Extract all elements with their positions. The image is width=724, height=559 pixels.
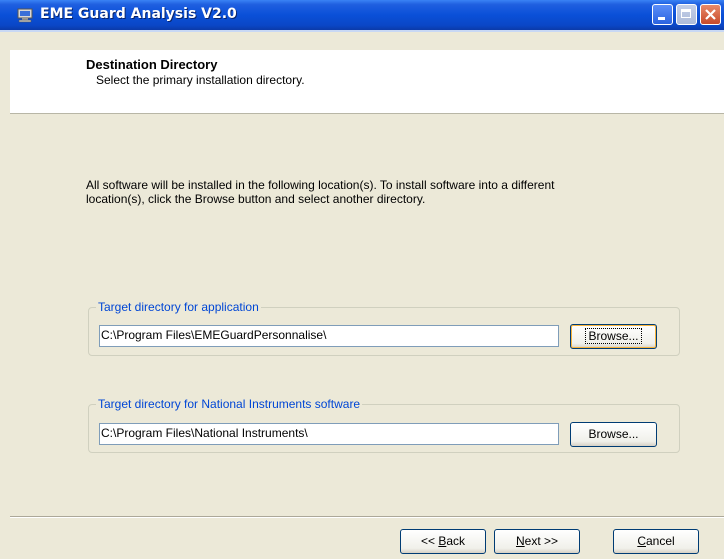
application-directory-legend: Target directory for application xyxy=(98,300,259,314)
application-directory-group: Target directory for application C:\Prog… xyxy=(88,300,680,356)
application-directory-input[interactable]: C:\Program Files\EMEGuardPersonnalise\ xyxy=(99,325,559,347)
ni-software-directory-group: Target directory for National Instrument… xyxy=(88,397,680,453)
ni-software-directory-input[interactable]: C:\Program Files\National Instruments\ xyxy=(99,423,559,445)
ni-software-directory-legend: Target directory for National Instrument… xyxy=(98,397,361,411)
page-header: Destination Directory Select the primary… xyxy=(10,50,724,114)
page-subtitle: Select the primary installation director… xyxy=(96,73,305,87)
install-description: All software will be installed in the fo… xyxy=(86,178,555,206)
dialog-body: All software will be installed in the fo… xyxy=(10,114,724,559)
page-title: Destination Directory xyxy=(86,57,218,72)
minimize-button[interactable] xyxy=(652,4,673,25)
back-button[interactable]: << Back xyxy=(400,529,486,554)
close-button[interactable] xyxy=(700,4,721,25)
title-bar[interactable]: EME Guard Analysis V2.0 xyxy=(0,0,724,32)
close-icon xyxy=(705,9,716,20)
application-browse-label: Browse... xyxy=(585,328,642,344)
application-browse-button[interactable]: Browse... xyxy=(570,324,657,349)
button-separator xyxy=(10,516,724,518)
installer-app-icon xyxy=(17,8,33,23)
window-title: EME Guard Analysis V2.0 xyxy=(40,6,237,22)
next-button[interactable]: Next >> xyxy=(494,529,580,554)
cancel-button[interactable]: Cancel xyxy=(613,529,699,554)
maximize-button[interactable] xyxy=(676,4,697,25)
ni-software-browse-button[interactable]: Browse... xyxy=(570,422,657,447)
